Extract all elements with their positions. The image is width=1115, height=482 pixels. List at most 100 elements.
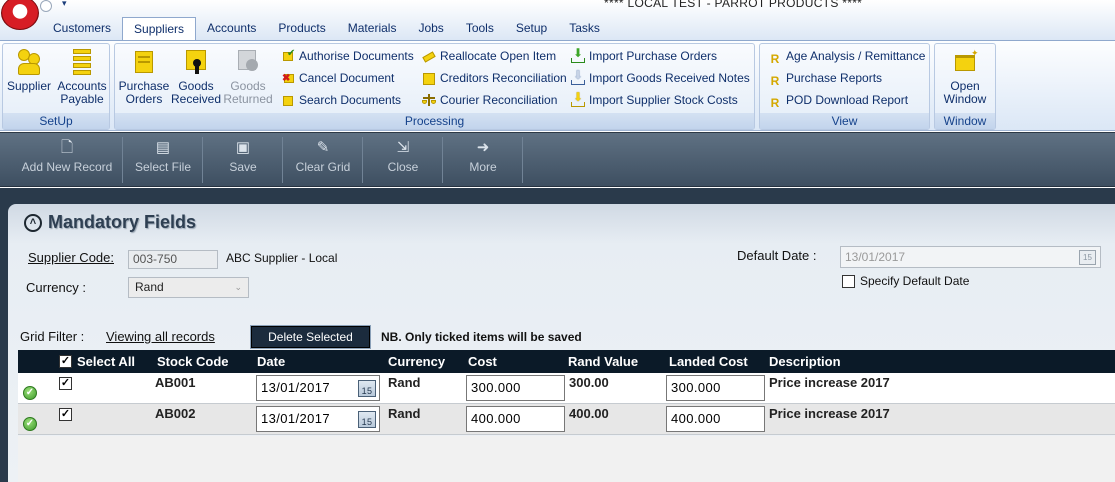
tab-setup[interactable]: Setup	[505, 17, 558, 39]
goods-returned-button[interactable]: Goods Returned	[222, 47, 274, 106]
tab-jobs[interactable]: Jobs	[407, 17, 454, 39]
purchase-orders-label-2: Orders	[125, 92, 163, 106]
toolbar-divider	[442, 137, 443, 183]
more-button[interactable]: ➜ More	[446, 133, 520, 188]
ribbon-group-processing: Purchase Orders Goods Received Goods Ret…	[114, 43, 755, 130]
pod-download-report-button[interactable]: R POD Download Report	[768, 91, 909, 110]
row-date-input[interactable]: 13/01/2017 15	[256, 375, 380, 401]
goods-received-label-1: Goods	[178, 79, 214, 93]
clear-grid-label: Clear Grid	[295, 160, 351, 174]
search-documents-button[interactable]: Search Documents	[281, 91, 401, 109]
toolbar-divider	[362, 137, 363, 183]
age-analysis-label: Age Analysis / Remittance	[786, 49, 926, 63]
accounts-payable-label-2: Payable	[60, 92, 104, 106]
select-all-checkbox[interactable]: ✓	[59, 355, 72, 368]
supplier-code-label[interactable]: Supplier Code:	[28, 250, 114, 265]
import-goods-received-notes-button[interactable]: ⬇ Import Goods Received Notes	[571, 69, 750, 87]
tab-tasks[interactable]: Tasks	[558, 17, 611, 39]
authorise-documents-button[interactable]: ✔ Authorise Documents	[281, 47, 414, 65]
courier-reconciliation-button[interactable]: Courier Reconciliation	[422, 91, 557, 109]
import-goods-received-notes-label: Import Goods Received Notes	[589, 71, 750, 85]
import-purchase-orders-button[interactable]: ⬇ Import Purchase Orders	[571, 47, 717, 65]
header-description[interactable]: Description	[769, 354, 841, 369]
ribbon-group-window: ✦ Open Window Window	[934, 43, 996, 130]
mandatory-fields-panel: ˄ Mandatory Fields Supplier Code: 003-75…	[8, 204, 1115, 482]
accounts-payable-button[interactable]: Accounts Payable	[55, 47, 109, 106]
quick-access-dropdown-icon[interactable]: ▾	[62, 0, 67, 9]
creditors-reconciliation-button[interactable]: Creditors Reconciliation	[422, 69, 567, 87]
calendar-icon[interactable]: 15	[358, 380, 376, 397]
default-date-field[interactable]: 13/01/2017 15	[840, 246, 1101, 268]
grid-filter-value[interactable]: Viewing all records	[106, 329, 215, 344]
row-landed-cost-input[interactable]: 400.000	[666, 406, 765, 432]
add-new-record-label: Add New Record	[21, 160, 113, 174]
goods-returned-label-1: Goods	[230, 79, 266, 93]
header-stock-code[interactable]: Stock Code	[157, 354, 229, 369]
toolbar-divider	[282, 137, 283, 183]
tab-suppliers[interactable]: Suppliers	[122, 17, 197, 40]
row-checkbox[interactable]: ✓	[59, 408, 72, 421]
purchase-reports-button[interactable]: R Purchase Reports	[768, 69, 883, 88]
exit-door-icon: ⇲	[396, 139, 410, 156]
header-date[interactable]: Date	[257, 354, 285, 369]
header-cost[interactable]: Cost	[468, 354, 497, 369]
ribbon-group-label-setup: SetUp	[3, 113, 109, 129]
import-supplier-stock-costs-button[interactable]: ⬇ Import Supplier Stock Costs	[571, 91, 738, 109]
row-cost-input[interactable]: 300.000	[466, 375, 565, 401]
add-new-record-button[interactable]: 🗋 Add New Record	[14, 133, 120, 188]
row-rand-value: 400.00	[569, 406, 609, 421]
save-label: Save	[229, 160, 257, 174]
pencil-icon: ✎	[316, 139, 330, 156]
cancel-document-label: Cancel Document	[299, 71, 395, 85]
open-window-button[interactable]: ✦ Open Window	[939, 47, 991, 106]
delete-selected-items-button[interactable]: Delete Selected Items	[250, 325, 371, 364]
goods-returned-icon	[235, 47, 261, 77]
close-label: Close	[387, 160, 419, 174]
goods-received-button[interactable]: Goods Received	[171, 47, 221, 106]
row-date-input[interactable]: 13/01/2017 15	[256, 406, 380, 432]
action-toolbar: 🗋 Add New Record ▤ Select File ▣ Save ✎ …	[0, 132, 1115, 187]
close-button[interactable]: ⇲ Close	[366, 133, 440, 188]
reallocate-open-item-button[interactable]: Reallocate Open Item	[422, 47, 556, 65]
header-currency[interactable]: Currency	[388, 354, 445, 369]
accounts-payable-label-1: Accounts	[57, 79, 107, 93]
clear-grid-button[interactable]: ✎ Clear Grid	[286, 133, 360, 188]
title-bar: ▾ **** LOCAL TEST - PARROT PRODUCTS ****…	[0, 0, 1115, 40]
import-supplier-stock-costs-label: Import Supplier Stock Costs	[589, 93, 738, 107]
currency-select[interactable]: Rand ⌄	[128, 277, 249, 298]
section-title: Mandatory Fields	[48, 212, 197, 232]
calendar-icon[interactable]: 15	[1079, 250, 1096, 265]
cancel-x-icon: ✖	[281, 71, 295, 85]
row-landed-cost-input[interactable]: 300.000	[666, 375, 765, 401]
supplier-code-field[interactable]: 003-750	[128, 250, 218, 269]
tab-products[interactable]: Products	[267, 17, 336, 39]
tab-customers[interactable]: Customers	[42, 17, 122, 39]
age-analysis-button[interactable]: R Age Analysis / Remittance	[768, 47, 926, 66]
grid-empty-area	[18, 436, 1115, 482]
row-checkbox[interactable]: ✓	[59, 377, 72, 390]
open-window-icon: ✦	[952, 47, 979, 77]
purchase-orders-button[interactable]: Purchase Orders	[117, 47, 171, 106]
row-description: Price increase 2017	[769, 375, 890, 390]
accounts-payable-icon	[69, 47, 95, 77]
pod-download-report-label: POD Download Report	[786, 93, 909, 107]
calendar-icon[interactable]: 15	[358, 411, 376, 428]
tab-tools[interactable]: Tools	[455, 17, 505, 39]
tab-accounts[interactable]: Accounts	[196, 17, 267, 39]
supplier-button[interactable]: Supplier	[6, 47, 52, 93]
header-rand-value[interactable]: Rand Value	[568, 354, 638, 369]
select-file-button[interactable]: ▤ Select File	[126, 133, 200, 188]
header-select-all: Select All	[77, 354, 136, 369]
cancel-document-button[interactable]: ✖ Cancel Document	[281, 69, 394, 87]
purchase-reports-label: Purchase Reports	[786, 71, 883, 85]
collapse-chevron-up-icon[interactable]: ˄	[24, 214, 42, 232]
specify-default-date-label: Specify Default Date	[860, 274, 970, 288]
header-landed-cost[interactable]: Landed Cost	[669, 354, 748, 369]
quick-access-icon[interactable]	[40, 0, 52, 12]
parrot-logo-icon[interactable]	[1, 0, 39, 30]
specify-default-date-checkbox[interactable]	[842, 275, 855, 288]
default-date-label: Default Date :	[737, 248, 817, 263]
tab-materials[interactable]: Materials	[337, 17, 408, 39]
save-button[interactable]: ▣ Save	[206, 133, 280, 188]
row-cost-input[interactable]: 400.000	[466, 406, 565, 432]
